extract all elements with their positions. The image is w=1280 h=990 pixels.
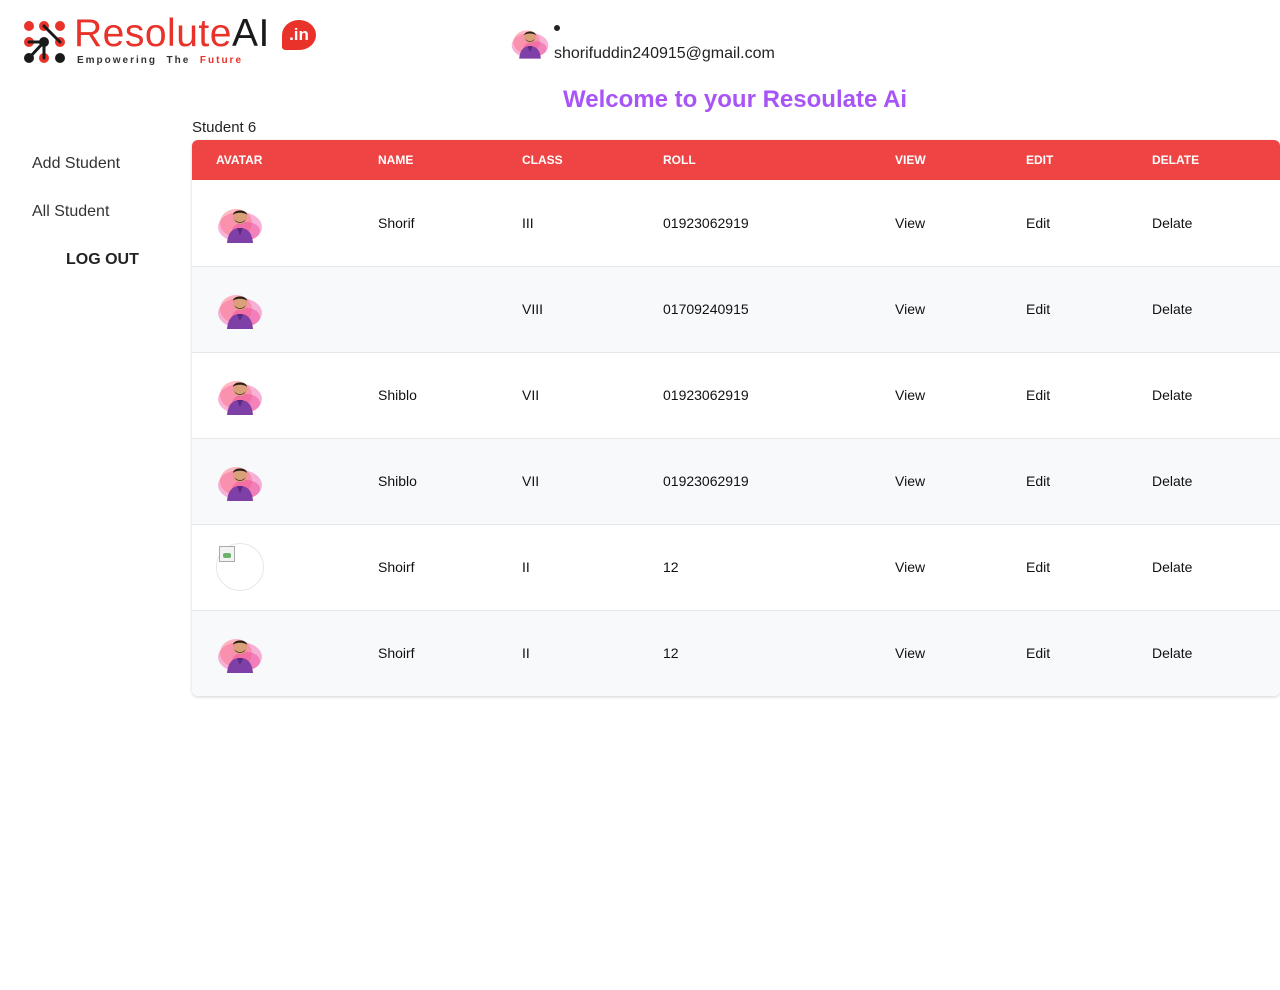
logo-badge: .in <box>282 20 316 50</box>
table-row: Shiblo VII 01923062919 View Edit Delate <box>192 351 1280 438</box>
avatar <box>216 371 264 419</box>
avatar <box>216 285 264 333</box>
student-class: VII <box>498 351 639 438</box>
student-roll: 01923062919 <box>663 214 749 231</box>
view-link[interactable]: View <box>895 645 925 661</box>
student-class: VIII <box>498 265 639 352</box>
logo-wordmark: ResoluteAI <box>74 12 270 55</box>
column-header-roll: ROLL <box>663 153 696 167</box>
column-header-delate: DELATE <box>1152 153 1200 167</box>
student-name: Shorif <box>378 214 415 231</box>
column-header-view: VIEW <box>895 153 926 167</box>
student-name <box>354 265 498 352</box>
students-table: AVATAR NAME CLASS ROLL VIEW EDIT DELATE … <box>192 140 1280 696</box>
sidebar-item-all-student[interactable]: All Student <box>32 203 109 221</box>
delete-link[interactable]: Delate <box>1152 645 1192 661</box>
delete-link[interactable]: Delate <box>1152 215 1192 231</box>
view-link[interactable]: View <box>895 473 925 489</box>
delete-link[interactable]: Delate <box>1152 559 1192 575</box>
brand-logo: ResoluteAI .in Empowering The Future <box>20 12 320 72</box>
student-class: III <box>522 214 534 231</box>
table-row: Shoirf II 12 View Edit Delate <box>192 523 1280 610</box>
student-roll: 12 <box>639 609 871 696</box>
student-roll: 01923062919 <box>639 351 871 438</box>
logo-tagline: Empowering The Future <box>77 55 244 66</box>
student-name: Shiblo <box>354 437 498 524</box>
table-header-row: AVATAR NAME CLASS ROLL VIEW EDIT DELATE <box>192 140 1280 180</box>
student-name: Shiblo <box>354 351 498 438</box>
edit-link[interactable]: Edit <box>1026 559 1050 575</box>
sidebar-item-add-student[interactable]: Add Student <box>32 155 120 173</box>
view-link[interactable]: View <box>895 215 925 231</box>
student-class: VII <box>498 437 639 524</box>
edit-link[interactable]: Edit <box>1026 645 1050 661</box>
table-row: Shiblo VII 01923062919 View Edit Delate <box>192 437 1280 524</box>
column-header-name: NAME <box>378 153 414 167</box>
delete-link[interactable]: Delate <box>1152 387 1192 403</box>
delete-link[interactable]: Delate <box>1152 301 1192 317</box>
table-row: Shoirf II 12 View Edit Delate <box>192 609 1280 696</box>
student-count: Student 6 <box>192 119 257 136</box>
edit-link[interactable]: Edit <box>1026 387 1050 403</box>
student-roll: 01923062919 <box>639 437 871 524</box>
avatar <box>216 629 264 677</box>
table-row: VIII 01709240915 View Edit Delate <box>192 265 1280 352</box>
column-header-avatar: AVATAR <box>216 153 263 167</box>
edit-link[interactable]: Edit <box>1026 301 1050 317</box>
broken-image-icon <box>216 543 264 591</box>
student-roll: 01709240915 <box>639 265 871 352</box>
avatar <box>216 457 264 505</box>
bullet-icon <box>554 25 560 31</box>
avatar[interactable] <box>510 22 550 62</box>
column-header-edit: EDIT <box>1026 153 1054 167</box>
view-link[interactable]: View <box>895 559 925 575</box>
view-link[interactable]: View <box>895 387 925 403</box>
delete-link[interactable]: Delate <box>1152 473 1192 489</box>
logo-mark-icon <box>24 21 65 63</box>
user-email: shorifuddin240915@gmail.com <box>554 45 775 62</box>
column-header-class: CLASS <box>522 153 563 167</box>
edit-link[interactable]: Edit <box>1026 215 1050 231</box>
student-class: II <box>498 523 639 610</box>
student-name: Shoirf <box>354 523 498 610</box>
student-roll: 12 <box>639 523 871 610</box>
edit-link[interactable]: Edit <box>1026 473 1050 489</box>
view-link[interactable]: View <box>895 301 925 317</box>
logout-button[interactable]: LOG OUT <box>66 251 139 269</box>
avatar <box>216 199 264 247</box>
table-row: Shorif III 01923062919 View Edit Delate <box>192 180 1280 266</box>
page-title: Welcome to your Resoulate Ai <box>563 86 908 113</box>
student-name: Shoirf <box>354 609 498 696</box>
student-class: II <box>498 609 639 696</box>
